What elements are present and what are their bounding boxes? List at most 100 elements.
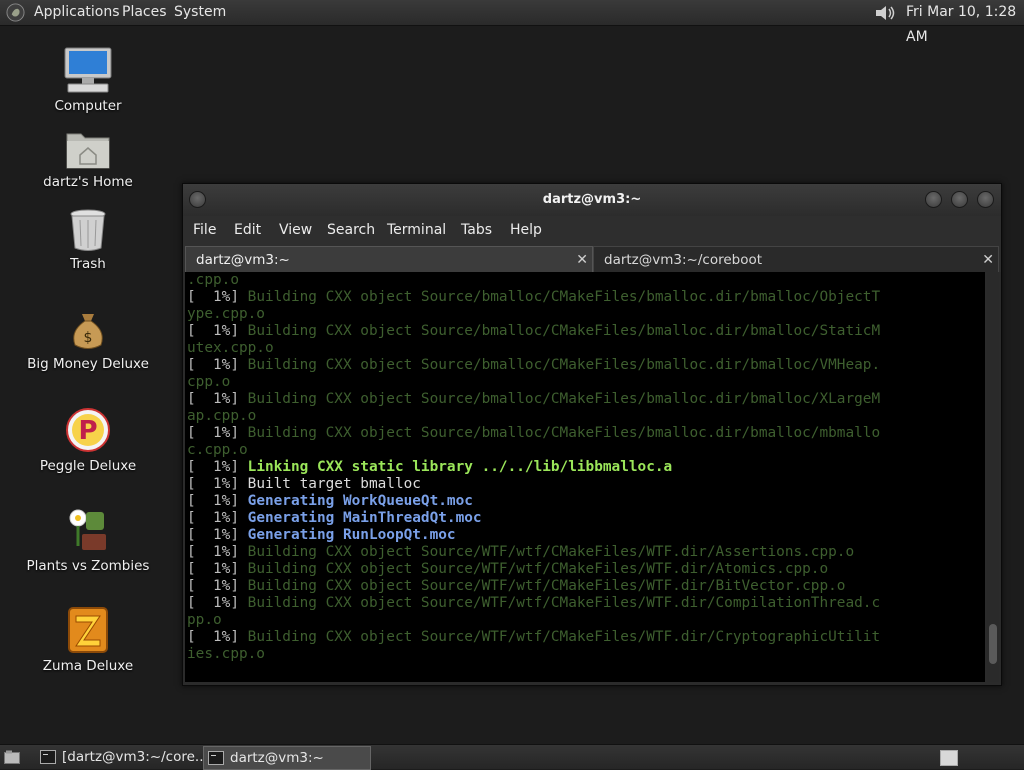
volume-icon[interactable]: [874, 3, 896, 23]
bottom-panel: [dartz@vm3:~/core... dartz@vm3:~: [0, 744, 1024, 770]
terminal-window: dartz@vm3:~ File Edit View Search Termin…: [182, 183, 1002, 686]
terminal-line-progress: [ 1%]: [187, 493, 248, 509]
svg-text:P: P: [78, 416, 97, 446]
plants-vs-zombies-icon: [69, 509, 106, 550]
terminal-line: [ 1%] Generating RunLoopQt.moc: [187, 527, 985, 544]
terminal-line: [ 1%] Building CXX object Source/bmalloc…: [187, 289, 985, 306]
tab-home[interactable]: dartz@vm3:~ ✕: [185, 246, 593, 273]
taskbar-item-label: [dartz@vm3:~/core...: [62, 749, 208, 765]
show-desktop-icon[interactable]: [4, 750, 20, 764]
maximize-button[interactable]: [951, 191, 968, 208]
terminal-line: [ 1%] Building CXX object Source/bmalloc…: [187, 391, 985, 408]
terminal-output[interactable]: .cpp.o[ 1%] Building CXX object Source/b…: [185, 272, 985, 682]
desktop-icon-peggle[interactable]: P Peggle Deluxe: [18, 406, 158, 474]
gnome-foot-icon[interactable]: [6, 3, 25, 22]
terminal-line-progress: [ 1%]: [187, 510, 248, 526]
desktop-icon-label: dartz's Home: [43, 174, 133, 190]
terminal-line-progress: [ 1%]: [187, 323, 248, 339]
taskbar-item-label: dartz@vm3:~: [230, 750, 324, 766]
trash-icon: [70, 209, 106, 251]
applications-menu[interactable]: Applications: [34, 0, 120, 25]
clock[interactable]: Fri Mar 10, 1:28 AM: [906, 0, 1024, 50]
close-icon[interactable]: ✕: [576, 247, 588, 273]
terminal-line: [ 1%] Built target bmalloc: [187, 476, 985, 493]
close-button[interactable]: [977, 191, 994, 208]
window-titlebar[interactable]: dartz@vm3:~: [183, 184, 1001, 216]
terminal-line-text: pp.o: [187, 612, 222, 628]
scrollbar[interactable]: [987, 272, 999, 682]
terminal-line: utex.cpp.o: [187, 340, 985, 357]
terminal-line-text: ies.cpp.o: [187, 646, 265, 662]
terminal-line-text: Building CXX object Source/bmalloc/CMake…: [247, 289, 881, 305]
terminal-line: pp.o: [187, 612, 985, 629]
tab-bar: dartz@vm3:~ ✕ dartz@vm3:~/coreboot ✕: [183, 244, 1001, 273]
terminal-line: ap.cpp.o: [187, 408, 985, 425]
desktop-icon-home[interactable]: dartz's Home: [18, 128, 158, 190]
menu-help[interactable]: Help: [510, 216, 542, 244]
terminal-line-text: Building CXX object Source/WTF/wtf/CMake…: [247, 595, 881, 611]
menubar: File Edit View Search Terminal Tabs Help: [183, 216, 1001, 244]
terminal-line-text: Building CXX object Source/WTF/wtf/CMake…: [247, 561, 829, 577]
peggle-icon: P: [66, 408, 110, 452]
svg-text:$: $: [84, 330, 93, 346]
desktop-icon-label: Plants vs Zombies: [26, 558, 150, 574]
system-menu[interactable]: System: [174, 0, 226, 25]
places-menu[interactable]: Places: [122, 0, 167, 25]
desktop-icon-label: Zuma Deluxe: [42, 658, 134, 674]
terminal-icon: [208, 751, 224, 765]
desktop-icon-big-money[interactable]: $ Big Money Deluxe: [18, 310, 158, 372]
desktop-icon-label: Big Money Deluxe: [27, 356, 149, 372]
tab-label: dartz@vm3:~: [196, 252, 290, 268]
desktop-icon-zuma[interactable]: Zuma Deluxe: [18, 606, 158, 674]
terminal-line-text: ap.cpp.o: [187, 408, 257, 424]
zuma-icon: [68, 607, 108, 653]
window-title: dartz@vm3:~: [542, 192, 642, 207]
terminal-line-text: Building CXX object Source/WTF/wtf/CMake…: [247, 544, 855, 560]
menu-tabs[interactable]: Tabs: [461, 216, 492, 244]
scrollbar-thumb[interactable]: [989, 624, 997, 664]
terminal-line: [ 1%] Building CXX object Source/WTF/wtf…: [187, 595, 985, 612]
taskbar-item-home[interactable]: dartz@vm3:~: [203, 746, 371, 770]
desktop-icon-label: Computer: [54, 98, 122, 114]
workspace-switcher-icon[interactable]: [940, 750, 958, 766]
terminal-line-text: utex.cpp.o: [187, 340, 274, 356]
menu-edit[interactable]: Edit: [234, 216, 261, 244]
desktop-icon-computer[interactable]: Computer: [18, 46, 158, 114]
tab-label: dartz@vm3:~/coreboot: [604, 252, 763, 268]
minimize-button[interactable]: [925, 191, 942, 208]
terminal-line: [ 1%] Building CXX object Source/bmalloc…: [187, 425, 985, 442]
top-panel: Applications Places System Fri Mar 10, 1…: [0, 0, 1024, 45]
terminal-line: c.cpp.o: [187, 442, 985, 459]
terminal-line: [ 1%] Building CXX object Source/bmalloc…: [187, 357, 985, 374]
terminal-line-text: Building CXX object Source/bmalloc/CMake…: [247, 357, 881, 373]
terminal-line: [ 1%] Building CXX object Source/WTF/wtf…: [187, 629, 985, 646]
desktop-icon-trash[interactable]: Trash: [18, 208, 158, 272]
tab-coreboot[interactable]: dartz@vm3:~/coreboot ✕: [593, 246, 999, 273]
menu-view[interactable]: View: [279, 216, 312, 244]
terminal-line-progress: [ 1%]: [187, 527, 248, 543]
terminal-line-text: ype.cpp.o: [187, 306, 265, 322]
terminal-line-text: Generating WorkQueueQt.moc: [247, 493, 473, 509]
desktop-icon-plants-vs-zombies[interactable]: Plants vs Zombies: [18, 506, 158, 574]
terminal-line-progress: [ 1%]: [187, 629, 248, 645]
money-bag-icon: $: [73, 314, 103, 349]
terminal-line: [ 1%] Building CXX object Source/WTF/wtf…: [187, 578, 985, 595]
terminal-line-text: .cpp.o: [187, 272, 239, 288]
terminal-line: ies.cpp.o: [187, 646, 985, 663]
menu-search[interactable]: Search: [327, 216, 375, 244]
terminal-line-text: c.cpp.o: [187, 442, 248, 458]
desktop-icon-label: Peggle Deluxe: [39, 458, 137, 474]
terminal-line-text: Generating MainThreadQt.moc: [247, 510, 482, 526]
menu-terminal[interactable]: Terminal: [387, 216, 446, 244]
taskbar-item-coreboot[interactable]: [dartz@vm3:~/core...: [36, 746, 208, 768]
terminal-line: cpp.o: [187, 374, 985, 391]
close-icon[interactable]: ✕: [982, 247, 994, 273]
terminal-line-text: Linking CXX static library ../../lib/lib…: [247, 459, 673, 475]
terminal-line-progress: [ 1%]: [187, 357, 248, 373]
menu-file[interactable]: File: [193, 216, 216, 244]
terminal-line-text: Generating RunLoopQt.moc: [247, 527, 456, 543]
terminal-line-text: Building CXX object Source/bmalloc/CMake…: [247, 425, 881, 441]
terminal-icon: [40, 750, 56, 764]
terminal-line: [ 1%] Building CXX object Source/WTF/wtf…: [187, 544, 985, 561]
terminal-line: ype.cpp.o: [187, 306, 985, 323]
